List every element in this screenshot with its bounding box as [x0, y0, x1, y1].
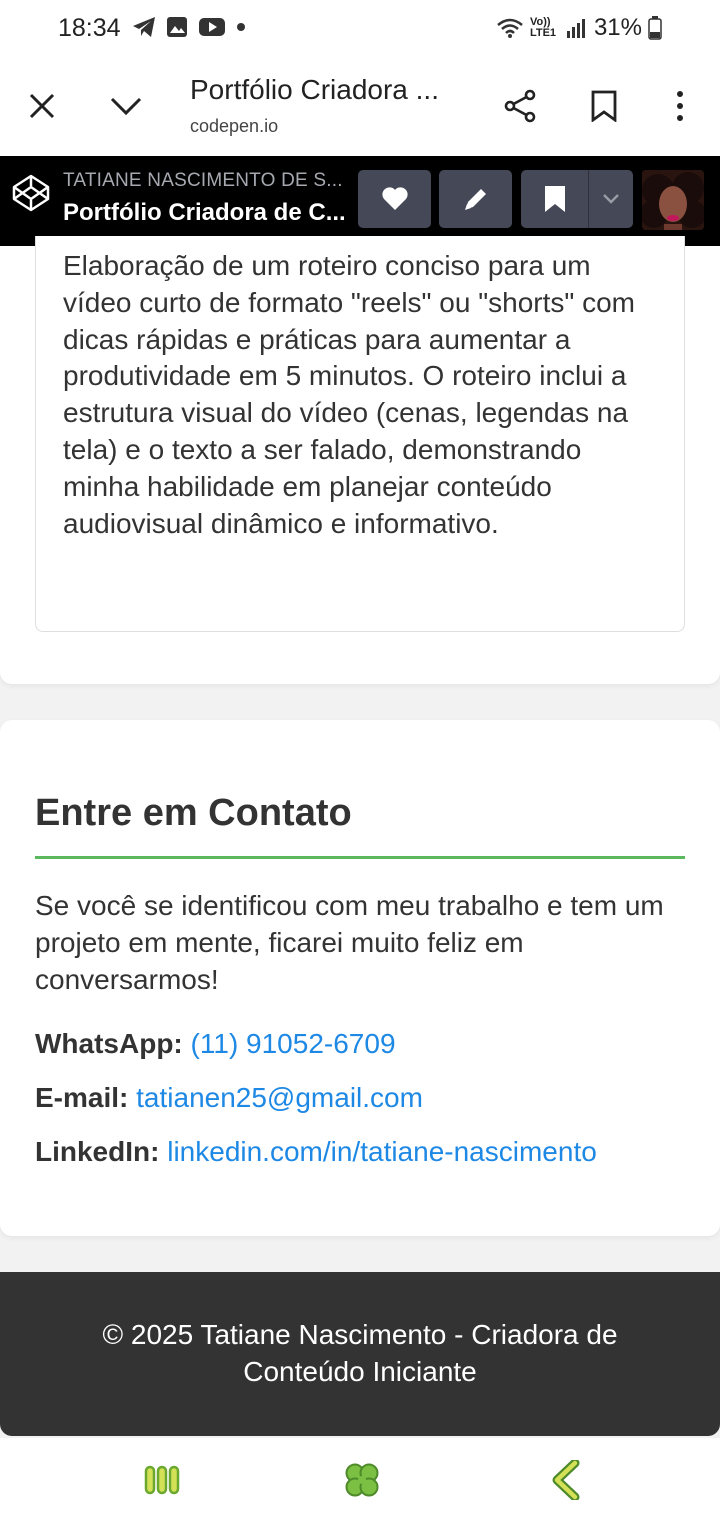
status-bar: 18:34 Vo)) LTE1 31% — [0, 0, 720, 58]
share-icon — [504, 89, 536, 123]
pen-author[interactable]: TATIANE NASCIMENTO DE S... — [63, 170, 348, 192]
contact-heading: Entre em Contato — [35, 792, 352, 834]
whatsapp-link[interactable]: (11) 91052-6709 — [191, 1028, 396, 1059]
page-url: codepen.io — [190, 116, 279, 136]
system-navigation-bar — [0, 1438, 720, 1520]
close-icon — [29, 93, 55, 119]
project-card: Elaboração de um roteiro conciso para um… — [0, 236, 720, 684]
project-description: Elaboração de um roteiro conciso para um… — [63, 250, 636, 539]
status-time: 18:34 — [58, 14, 121, 42]
network-label: Vo)) LTE1 — [529, 16, 557, 39]
system-icons: Vo)) LTE1 31% — [496, 14, 662, 42]
page-title: Portfólio Criadora ... — [190, 74, 439, 105]
clover-icon — [345, 1463, 379, 1497]
chevron-down-icon — [110, 97, 142, 116]
contact-intro: Se você se identificou com meu trabalho … — [35, 890, 664, 995]
whatsapp-line: WhatsApp: (11) 91052-6709 — [35, 1028, 396, 1060]
linkedin-line: LinkedIn: linkedin.com/in/tatiane-nascim… — [35, 1136, 597, 1168]
project-item: Elaboração de um roteiro conciso para um… — [35, 236, 685, 632]
dot-icon — [237, 23, 245, 31]
email-line: E-mail: tatianen25@gmail.com — [35, 1082, 423, 1114]
footer-copyright: © 2025 Tatiane Nascimento - Criadora de … — [102, 1319, 618, 1387]
share-button[interactable] — [496, 82, 544, 130]
recent-apps-button[interactable] — [140, 1458, 184, 1502]
codepen-logo-icon — [12, 174, 50, 212]
wifi-icon — [497, 18, 523, 38]
contact-section: Entre em Contato Se você se identificou … — [0, 720, 720, 1236]
home-button[interactable] — [340, 1458, 384, 1502]
heading-divider — [35, 856, 685, 859]
avatar-image — [642, 170, 704, 230]
minimize-button[interactable] — [102, 82, 150, 130]
battery-percent: 31% — [593, 14, 642, 41]
like-button[interactable] — [358, 170, 431, 228]
bookmark-dropdown[interactable] — [589, 170, 633, 228]
whatsapp-label: WhatsApp: — [35, 1028, 183, 1059]
chevron-down-icon — [603, 194, 619, 204]
recent-apps-icon — [144, 1465, 180, 1495]
codepen-logo[interactable] — [12, 174, 50, 217]
back-chevron-icon — [552, 1460, 580, 1500]
gallery-icon — [167, 17, 187, 37]
signal-icon — [566, 19, 585, 38]
more-vertical-icon — [677, 91, 683, 121]
bookmark-filled-icon — [544, 186, 565, 212]
user-avatar[interactable] — [642, 170, 704, 230]
more-menu-button[interactable] — [656, 82, 704, 130]
heart-icon — [381, 187, 408, 210]
edit-button[interactable] — [439, 170, 512, 228]
browser-toolbar: Portfólio Criadora ... codepen.io — [0, 58, 720, 156]
close-button[interactable] — [18, 82, 66, 130]
email-label: E-mail: — [35, 1082, 129, 1113]
notification-icons — [132, 16, 246, 38]
youtube-icon — [199, 18, 225, 36]
linkedin-label: LinkedIn: — [35, 1136, 160, 1167]
pen-title: Portfólio Criadora de C... — [63, 199, 346, 226]
bookmark-button[interactable] — [580, 82, 628, 130]
bookmark-icon — [591, 90, 617, 122]
telegram-icon — [133, 17, 155, 37]
battery-icon — [648, 16, 662, 40]
linkedin-link[interactable]: linkedin.com/in/tatiane-nascimento — [167, 1136, 597, 1167]
page-footer: © 2025 Tatiane Nascimento - Criadora de … — [0, 1272, 720, 1436]
back-button[interactable] — [544, 1458, 588, 1502]
pencil-icon — [464, 189, 486, 210]
email-link[interactable]: tatianen25@gmail.com — [136, 1082, 423, 1113]
pen-bookmark-button[interactable] — [521, 170, 633, 228]
